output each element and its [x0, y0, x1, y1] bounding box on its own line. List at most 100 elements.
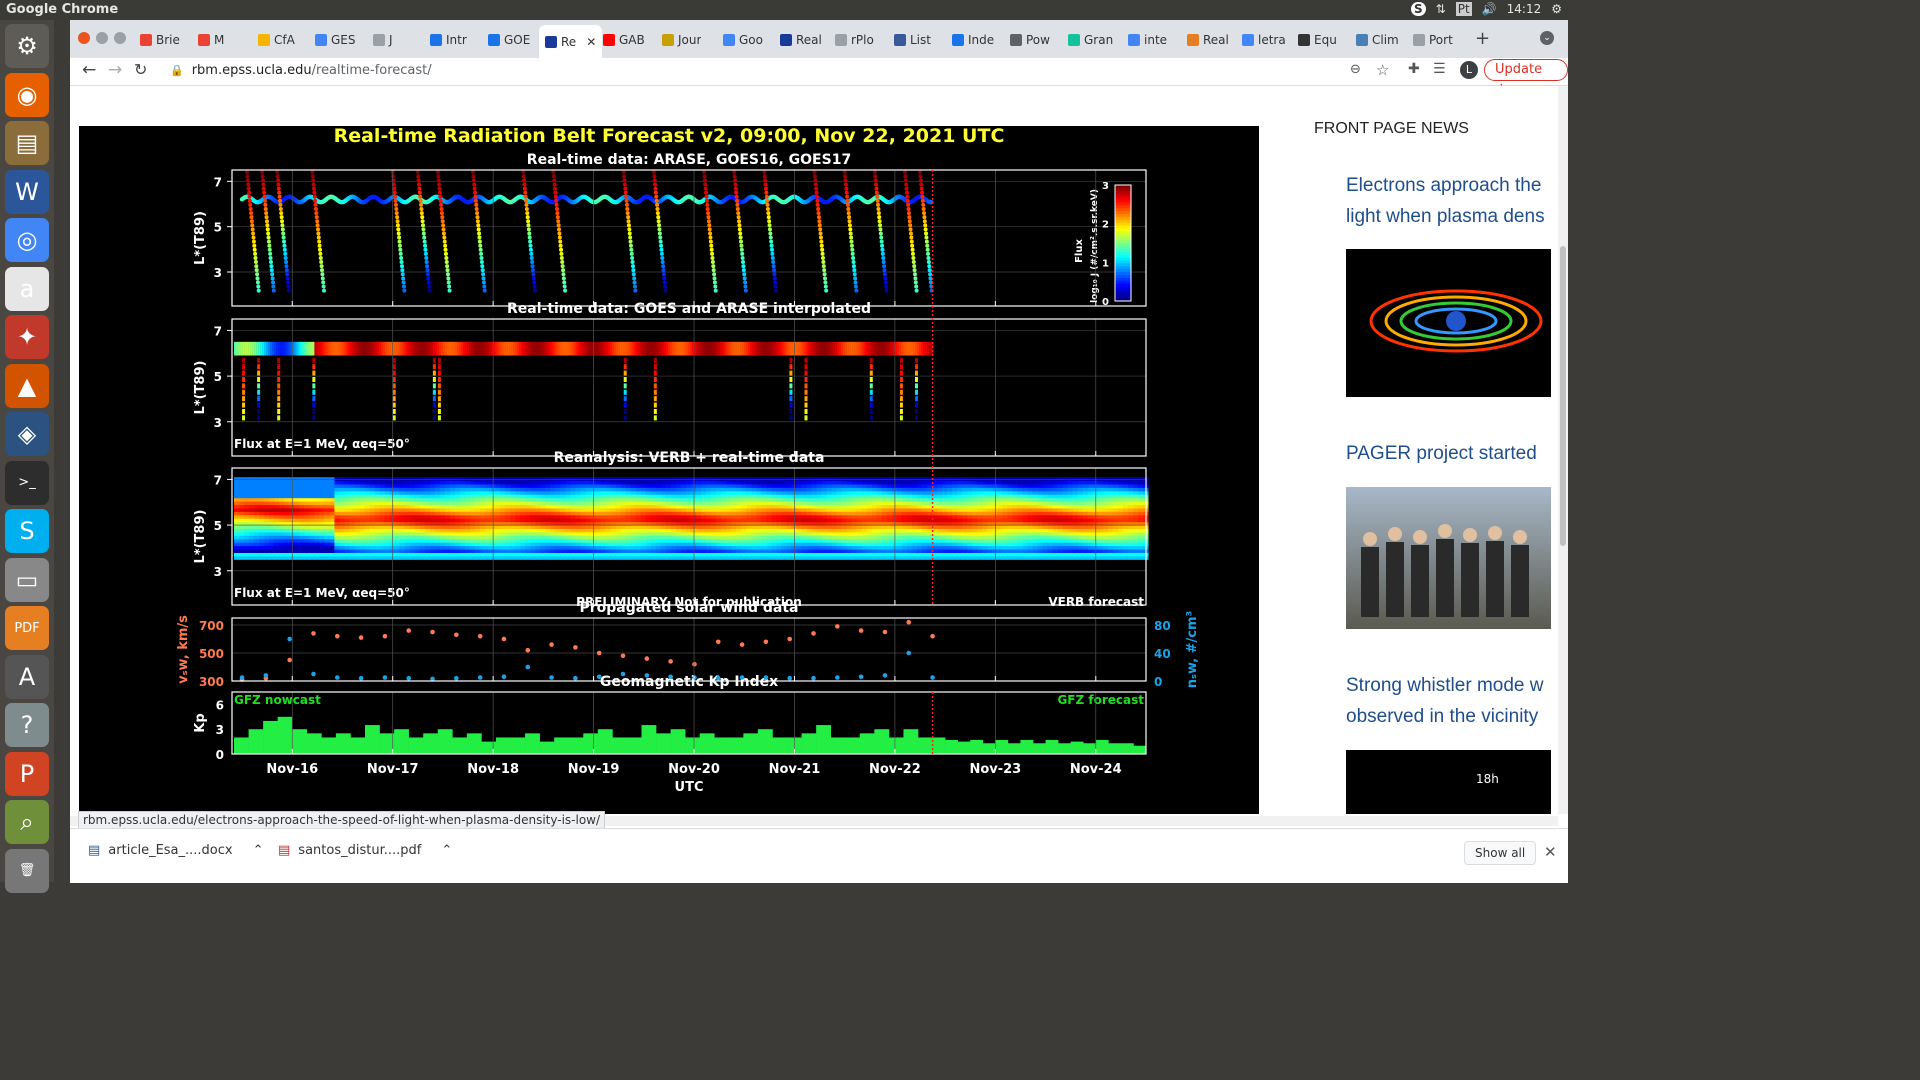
chrome-icon[interactable]: ◎ [5, 218, 49, 262]
tab-close-icon[interactable]: ✕ [586, 35, 596, 49]
heat-cell [736, 487, 742, 492]
heat-cell [635, 528, 642, 533]
help-icon[interactable]: ? [5, 703, 49, 747]
heat-cell [560, 483, 566, 488]
amazon-icon[interactable]: a [5, 266, 49, 311]
browser-tab[interactable]: Goo [723, 28, 763, 52]
impress-icon[interactable]: P [5, 751, 49, 796]
heat-cell [560, 525, 566, 530]
reading-list-icon[interactable]: ☰ [1433, 61, 1446, 77]
tab-search-icon[interactable]: ⌄ [1540, 31, 1554, 45]
volume-icon[interactable]: 🔊 [1482, 2, 1497, 16]
data-point [849, 239, 854, 244]
heat-cell [374, 514, 381, 519]
browser-tab[interactable]: J [373, 28, 393, 52]
browser-tab[interactable]: GOE [488, 28, 530, 52]
browser-tab[interactable]: Gran [1068, 28, 1113, 52]
update-button[interactable]: Update ⋮ [1484, 59, 1568, 97]
browser-tab[interactable]: Port [1413, 28, 1453, 52]
heat-cell [444, 494, 451, 499]
forward-icon[interactable]: → [108, 60, 122, 80]
data-point [474, 202, 479, 207]
browser-tab[interactable]: Intr [430, 28, 467, 52]
heat-cell [610, 552, 617, 557]
browser-tab[interactable]: Clim [1356, 28, 1399, 52]
skype-icon[interactable]: S [5, 509, 49, 553]
pdf-icon[interactable]: PDF [5, 606, 49, 650]
network-icon[interactable]: ⇅ [1436, 2, 1446, 16]
heat-cell [826, 555, 833, 560]
scanner-icon[interactable]: ▭ [5, 557, 49, 602]
heat-cell [836, 501, 843, 506]
heat-cell [495, 555, 501, 560]
zoom-icon[interactable]: ⊖ [1350, 62, 1361, 77]
heat-cell [254, 525, 260, 530]
browser-tab[interactable]: Equ [1298, 28, 1337, 52]
browser-tab[interactable]: Pow [1010, 28, 1050, 52]
browser-tab[interactable]: letra [1242, 28, 1286, 52]
heat-cell [741, 555, 747, 560]
browser-tab[interactable]: rPlo [835, 28, 874, 52]
reload-icon[interactable]: ↻ [134, 60, 147, 79]
heat-cell [394, 552, 401, 557]
terminal-icon[interactable]: >_ [5, 460, 49, 505]
system-settings-icon[interactable]: ✦ [5, 315, 49, 359]
browser-tab[interactable]: Inde [952, 28, 994, 52]
window-minimize-icon[interactable] [96, 32, 108, 44]
browser-tab[interactable]: Real [1187, 28, 1229, 52]
heat-cell [670, 511, 677, 516]
heat-cell [239, 555, 245, 560]
heat-cell [449, 490, 456, 495]
heat-cell [675, 514, 682, 519]
browser-tab[interactable]: GES [315, 28, 356, 52]
heat-cell [525, 525, 531, 530]
settings-gear-icon[interactable]: ⚙ [1551, 2, 1562, 16]
heat-cell [665, 525, 672, 530]
browser-tab[interactable]: M [198, 28, 224, 52]
browser-tab[interactable]: Jour [662, 28, 701, 52]
heat-cell [696, 518, 702, 523]
heat-cell [259, 483, 265, 488]
matlab-icon[interactable]: ▲ [5, 363, 49, 408]
heat-cell [344, 531, 351, 536]
heat-cell [299, 525, 305, 530]
trash-icon[interactable]: 🗑 [5, 848, 49, 893]
clock[interactable]: 14:12 [1507, 2, 1542, 16]
window-close-icon[interactable] [78, 32, 90, 44]
image-viewer-icon[interactable]: ⌕ [5, 800, 49, 844]
data-point [910, 243, 915, 248]
heat-cell [515, 514, 521, 519]
browser-tab[interactable]: inte [1128, 28, 1167, 52]
heat-cell [786, 483, 792, 488]
browser-tab[interactable]: GAB [603, 28, 645, 52]
settings-icon[interactable]: ⚙ [5, 24, 49, 68]
heat-cell [675, 507, 682, 512]
browser-tab[interactable]: CfA [258, 28, 295, 52]
browser-tab[interactable]: Real [780, 28, 822, 52]
browser-tab[interactable]: List [894, 28, 931, 52]
heat-cell [550, 511, 556, 516]
heat-cell [505, 555, 511, 560]
extensions-icon[interactable]: ✚ [1408, 61, 1420, 77]
window-maximize-icon[interactable] [114, 32, 126, 44]
back-icon[interactable]: ← [82, 60, 96, 80]
heat-cell [304, 504, 310, 509]
word-icon[interactable]: W [5, 169, 49, 214]
heat-cell [655, 555, 662, 560]
software-center-icon[interactable]: A [5, 654, 49, 699]
browser-tab[interactable]: Brie [140, 28, 180, 52]
heat-cell [344, 511, 351, 516]
skype-tray-icon[interactable]: S [1411, 2, 1426, 16]
data-point [823, 284, 828, 289]
new-tab-button[interactable]: + [1475, 28, 1490, 49]
keyboard-layout-indicator[interactable]: Pt [1455, 2, 1472, 16]
firefox-icon[interactable]: ◉ [5, 72, 49, 117]
browser-tab[interactable]: Re ✕ [539, 25, 603, 58]
address-bar[interactable]: 🔒 rbm.epss.ucla.edu /realtime-forecast/ [162, 59, 1392, 81]
files-icon[interactable]: ▤ [5, 121, 49, 165]
data-point [764, 194, 769, 199]
profile-avatar[interactable]: L [1460, 61, 1478, 79]
bookmark-star-icon[interactable]: ☆ [1376, 61, 1389, 79]
heat-cell [272, 341, 275, 356]
globe-icon[interactable]: ◈ [5, 412, 49, 456]
